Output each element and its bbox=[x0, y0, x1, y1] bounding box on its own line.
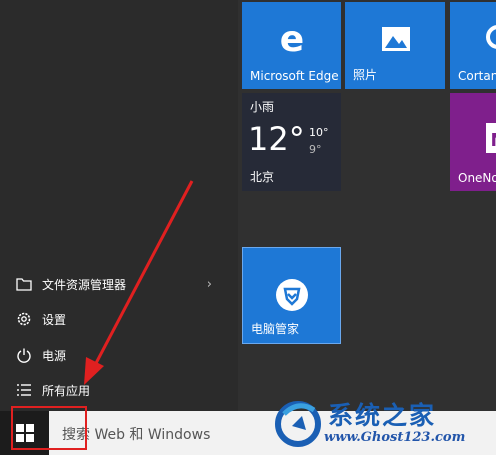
list-icon bbox=[16, 382, 32, 398]
tile-label: Cortan bbox=[458, 69, 496, 83]
menu-item-power[interactable]: 电源 bbox=[0, 341, 222, 369]
tile-cortana[interactable]: Cortan bbox=[450, 2, 496, 89]
watermark-url: www.Ghost123.com bbox=[324, 430, 466, 445]
weather-temperature: 12° bbox=[248, 120, 305, 158]
watermark-title: 系统之家 bbox=[328, 401, 437, 430]
tile-microsoft-edge[interactable]: e Microsoft Edge bbox=[242, 2, 341, 89]
svg-text:N: N bbox=[490, 130, 496, 151]
tile-label: 照片 bbox=[353, 68, 378, 82]
tile-tencent-pc-manager[interactable]: 电脑管家 bbox=[242, 247, 341, 344]
shield-icon bbox=[276, 279, 308, 311]
menu-item-label: 所有应用 bbox=[42, 383, 91, 398]
folder-icon bbox=[16, 276, 32, 292]
menu-item-label: 设置 bbox=[42, 312, 67, 327]
tile-weather[interactable]: 小雨 12° 10° 9° 北京 bbox=[242, 93, 341, 191]
svg-text:e: e bbox=[280, 22, 304, 56]
site-watermark: 系统之家 www.Ghost123.com bbox=[272, 394, 496, 455]
annotation-highlight-box bbox=[11, 406, 87, 450]
menu-item-label: 电源 bbox=[42, 348, 67, 363]
edge-icon: e bbox=[280, 22, 304, 56]
weather-low: 9° bbox=[309, 143, 322, 156]
weather-city: 北京 bbox=[250, 170, 275, 184]
tile-label: OneNo bbox=[458, 171, 496, 185]
power-icon bbox=[16, 347, 32, 363]
onenote-icon: N bbox=[486, 123, 496, 153]
chevron-right-icon[interactable]: › bbox=[207, 277, 212, 292]
menu-item-settings[interactable]: 设置 bbox=[0, 305, 222, 333]
menu-item-all-apps[interactable]: 所有应用 bbox=[0, 376, 222, 404]
weather-high: 10° bbox=[309, 126, 329, 139]
gear-icon bbox=[16, 311, 32, 327]
photos-icon bbox=[382, 27, 410, 51]
tile-onenote[interactable]: N OneNo bbox=[450, 93, 496, 191]
tile-label: 电脑管家 bbox=[251, 322, 300, 336]
tile-photos[interactable]: 照片 bbox=[345, 2, 445, 89]
menu-item-label: 文件资源管理器 bbox=[42, 277, 127, 292]
watermark-logo-icon bbox=[275, 401, 321, 447]
cortana-icon bbox=[486, 25, 496, 49]
weather-condition: 小雨 bbox=[250, 100, 275, 114]
menu-item-file-explorer[interactable]: 文件资源管理器 › bbox=[0, 270, 222, 298]
tile-label: Microsoft Edge bbox=[250, 69, 339, 83]
